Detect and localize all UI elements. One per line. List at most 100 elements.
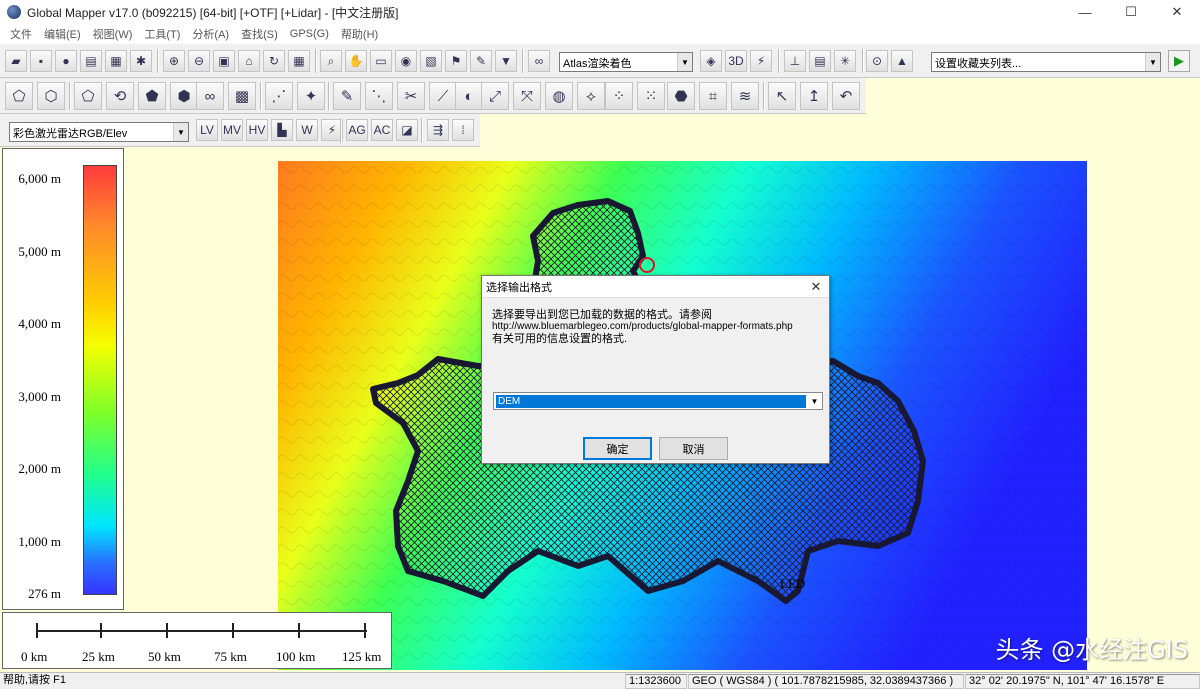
lidar-hv-icon[interactable]: HV	[246, 119, 268, 141]
feature-info-icon[interactable]: ◉	[395, 50, 417, 72]
refresh-icon[interactable]: ↻	[263, 50, 285, 72]
split-feature-icon[interactable]: ⬟	[138, 82, 166, 110]
digitizer-icon[interactable]: ✎	[470, 50, 492, 72]
format-selected-value: DEM	[496, 395, 806, 408]
menu-gps[interactable]: GPS(G)	[284, 28, 335, 40]
area-fill-icon[interactable]: ⬣	[667, 82, 695, 110]
area-select-icon[interactable]: ▼	[495, 50, 517, 72]
menu-edit[interactable]: 编辑(E)	[38, 26, 87, 42]
undo-icon[interactable]: ↶	[832, 82, 860, 110]
arrow-up-icon[interactable]: ↥	[800, 82, 828, 110]
lidar-ag-icon[interactable]: AG	[346, 119, 368, 141]
menu-bar: 文件 编辑(E) 视图(W) 工具(T) 分析(A) 查找(S) GPS(G) …	[0, 24, 1200, 44]
layer-icon[interactable]: ▤	[809, 50, 831, 72]
binoculars-icon[interactable]: ∞	[528, 50, 550, 72]
menu-file[interactable]: 文件	[4, 26, 38, 42]
play-icon[interactable]: ▶	[1168, 50, 1190, 72]
config-icon[interactable]: ✱	[130, 50, 152, 72]
edit-vertex-icon[interactable]: ⬠	[74, 82, 102, 110]
simplify-icon[interactable]: ⟡	[577, 82, 605, 110]
globe-icon[interactable]: ●	[55, 50, 77, 72]
path-profile-icon[interactable]: ⚑	[445, 50, 467, 72]
chevron-down-icon: ▼	[173, 123, 188, 141]
grid-create-icon[interactable]: ▩	[228, 82, 256, 110]
grid-layout-icon[interactable]: ▦	[288, 50, 310, 72]
dialog-url[interactable]: http://www.bluemarblegeo.com/products/gl…	[492, 321, 793, 333]
point-icon[interactable]: ⋰	[265, 82, 293, 110]
lidar-building-icon[interactable]: ▙	[271, 119, 293, 141]
crop-icon[interactable]: ⌗	[699, 82, 727, 110]
format-select[interactable]: DEM ▼	[493, 392, 823, 410]
status-coordinates: GEO ( WGS84 ) ( 101.7878215985, 32.03894…	[688, 674, 964, 689]
menu-help[interactable]: 帮助(H)	[335, 26, 384, 42]
reshape-icon[interactable]: ⟲	[106, 82, 134, 110]
arrow-up-left-icon[interactable]: ↖	[768, 82, 796, 110]
lidar-mv-icon[interactable]: MV	[221, 119, 243, 141]
cancel-button[interactable]: 取消	[659, 437, 728, 460]
zoom-extent-icon[interactable]: ▣	[213, 50, 235, 72]
shader-options-icon[interactable]: ◈	[700, 50, 722, 72]
line-join-icon[interactable]: ⟋	[429, 82, 457, 110]
status-help: 帮助,请按 F1	[3, 674, 66, 686]
ok-button[interactable]: 确定	[583, 437, 652, 460]
lidar-filter-icon[interactable]: ⇶	[427, 119, 449, 141]
menu-search[interactable]: 查找(S)	[235, 26, 284, 42]
menu-tools[interactable]: 工具(T)	[138, 26, 186, 42]
shader-select[interactable]: Atlas渲染着色 ▼	[559, 52, 693, 72]
path-icon[interactable]: ⊥	[784, 50, 806, 72]
overlay-control-icon[interactable]: ▤	[80, 50, 102, 72]
measure-icon[interactable]: ▭	[370, 50, 392, 72]
zoom-out-icon[interactable]: ⊖	[188, 50, 210, 72]
sparkle-icon[interactable]: ✳	[834, 50, 856, 72]
combine-icon[interactable]: ∞	[196, 82, 224, 110]
3d-view-icon[interactable]: 3D	[725, 50, 747, 72]
create-line-icon[interactable]: ⬡	[37, 82, 65, 110]
line-edit-icon[interactable]: ⋱	[365, 82, 393, 110]
line-draw-icon[interactable]: ✎	[333, 82, 361, 110]
scale-bar: 0 km 25 km 50 km 75 km 100 km 125 km	[2, 612, 392, 669]
menu-analysis[interactable]: 分析(A)	[186, 26, 235, 42]
home-icon[interactable]: ⌂	[238, 50, 260, 72]
lidar-select-icon[interactable]: ◪	[396, 119, 418, 141]
scale-label: 125 km	[342, 649, 382, 664]
lidar-render-select[interactable]: 彩色激光雷达RGB/Elev ▼	[9, 122, 189, 142]
lidar-water-icon[interactable]: W	[296, 119, 318, 141]
image-swap-icon[interactable]: ▧	[420, 50, 442, 72]
create-area-icon[interactable]: ⬠	[5, 82, 33, 110]
scale-tick	[364, 623, 366, 638]
contour-icon[interactable]: ≋	[731, 82, 759, 110]
magnifier-icon[interactable]: ⌕	[320, 50, 342, 72]
chevron-down-icon: ▼	[810, 396, 819, 406]
maximize-button[interactable]: ☐	[1108, 0, 1154, 24]
hillshade-icon[interactable]: ⚡	[750, 50, 772, 72]
lidar-toolbar: 彩色激光雷达RGB/Elev ▼ LV MV HV ▙ W ⚡ AG AC ◪ …	[0, 114, 480, 147]
save-icon[interactable]: ▪	[30, 50, 52, 72]
dialog-close-icon[interactable]: ✕	[803, 276, 829, 298]
code-feature-icon[interactable]: ⬢	[170, 82, 198, 110]
vertex-delete-icon[interactable]: ⁙	[637, 82, 665, 110]
rotate-feature-icon[interactable]: ◐	[455, 82, 483, 110]
point-edit-icon[interactable]: ✦	[297, 82, 325, 110]
zoom-in-icon[interactable]: ⊕	[163, 50, 185, 72]
lidar-lv-icon[interactable]: LV	[196, 119, 218, 141]
window-controls: — ☐ ✕	[1062, 0, 1200, 24]
chevron-down-icon: ▼	[677, 53, 692, 71]
bookmark-select[interactable]: 设置收藏夹列表... ▼	[931, 52, 1161, 72]
vertex-add-icon[interactable]: ⁘	[605, 82, 633, 110]
buffer-icon[interactable]: ◍	[545, 82, 573, 110]
lidar-ac-icon[interactable]: AC	[371, 119, 393, 141]
crosshair-icon[interactable]: ⊙	[866, 50, 888, 72]
legend-label: 6,000 m	[18, 171, 61, 186]
workspace-icon[interactable]: ▦	[105, 50, 127, 72]
open-folder-icon[interactable]: ▰	[5, 50, 27, 72]
lidar-classes-icon[interactable]: ⁞	[452, 119, 474, 141]
menu-view[interactable]: 视图(W)	[87, 26, 139, 42]
line-split-icon[interactable]: ✂	[397, 82, 425, 110]
pan-hand-icon[interactable]: ✋	[345, 50, 367, 72]
scale-tick	[298, 623, 300, 638]
close-button[interactable]: ✕	[1154, 0, 1200, 24]
scale-feature-icon[interactable]: ⤢	[481, 82, 509, 110]
north-arrow-icon[interactable]: ▲	[891, 50, 913, 72]
move-feature-icon[interactable]: ⤧	[513, 82, 541, 110]
minimize-button[interactable]: —	[1062, 0, 1108, 24]
